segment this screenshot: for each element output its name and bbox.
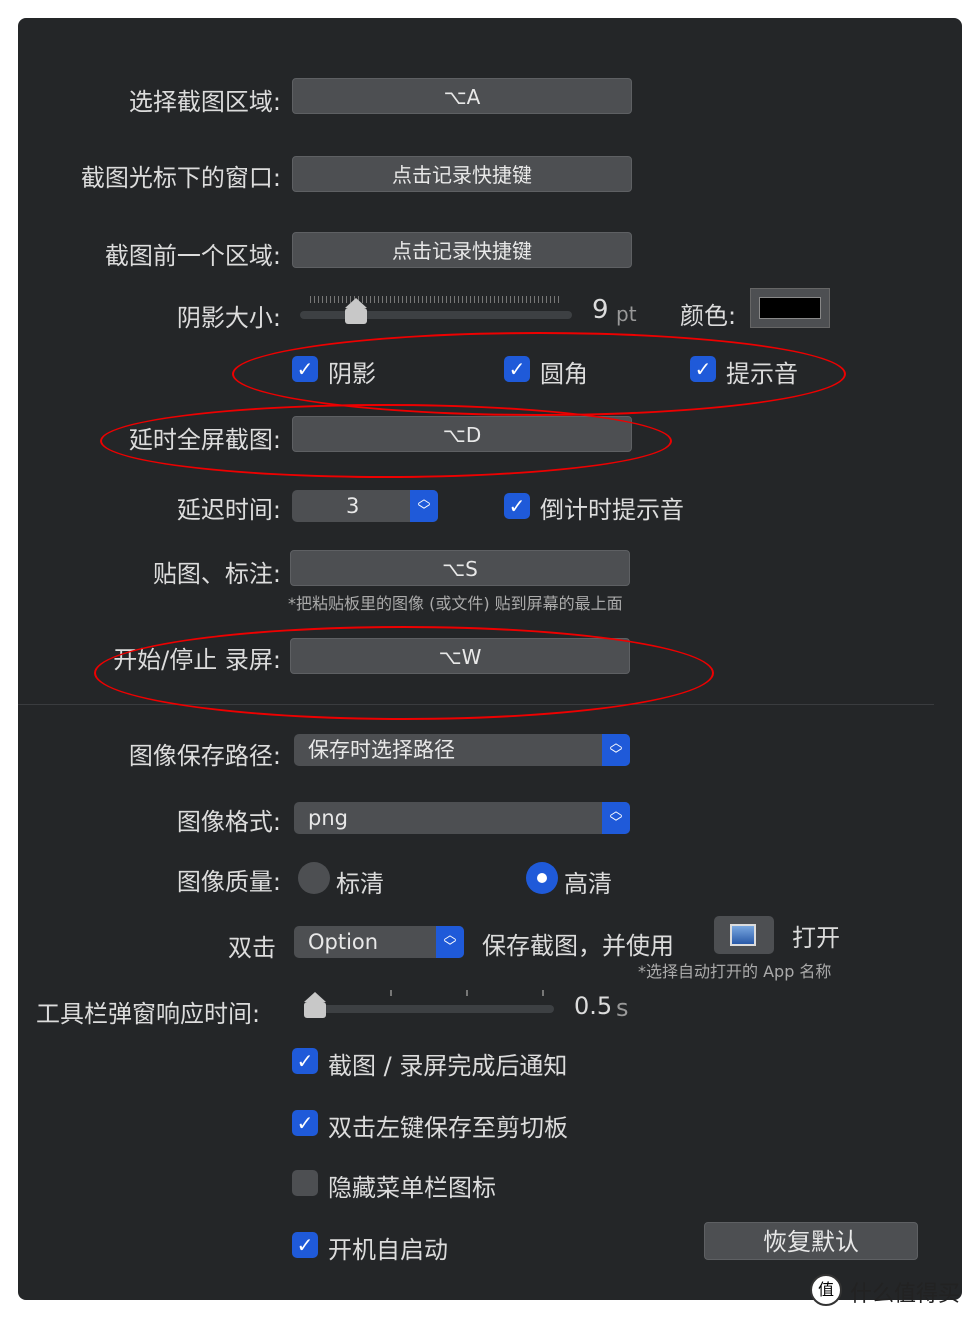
autostart-checkbox[interactable]: ✓	[292, 1232, 318, 1258]
notify-label: 截图 / 录屏完成后通知	[328, 1052, 568, 1080]
window-shortcut[interactable]: 点击记录快捷键	[292, 156, 632, 192]
save-path-label: 图像保存路径:	[128, 742, 281, 770]
shadow-unit: pt	[616, 302, 637, 326]
modifier-value: Option	[308, 930, 379, 954]
format-label: 图像格式:	[176, 808, 281, 836]
quality-high-radio[interactable]	[526, 862, 558, 894]
format-select[interactable]: png ︿ ﹀	[294, 802, 630, 834]
clipboard-label: 双击左键保存至剪切板	[328, 1114, 568, 1142]
hide-menubar-checkbox[interactable]	[292, 1170, 318, 1196]
tick	[466, 990, 468, 996]
annotation-ellipse	[232, 332, 846, 416]
quality-label: 图像质量:	[176, 868, 281, 896]
watermark-logo: 值	[810, 1274, 842, 1306]
shadow-slider[interactable]	[300, 311, 572, 319]
watermark-text: 什么值得买	[850, 1282, 961, 1307]
restore-defaults-button[interactable]: 恢复默认	[704, 1222, 918, 1260]
select-arrows-icon: ︿ ﹀	[602, 734, 630, 766]
toolbar-delay-label: 工具栏弹窗响应时间:	[36, 1000, 261, 1028]
window-shortcut-label: 截图光标下的窗口:	[80, 164, 281, 192]
select-area-shortcut[interactable]: ⌥A	[292, 78, 632, 114]
delay-label: 延迟时间:	[176, 496, 281, 524]
shadow-slider-thumb[interactable]	[345, 298, 367, 324]
shadow-size-label: 阴影大小:	[176, 304, 281, 332]
tick	[542, 990, 544, 996]
select-arrows-icon: ︿ ﹀	[436, 926, 464, 958]
annotation-ellipse	[100, 404, 672, 478]
quality-standard-radio[interactable]	[298, 862, 330, 894]
countdown-label: 倒计时提示音	[540, 496, 684, 524]
hide-menubar-label: 隐藏菜单栏图标	[328, 1174, 496, 1202]
open-label: 打开	[792, 924, 840, 952]
toolbar-delay-unit: s	[616, 994, 629, 1022]
format-value: png	[308, 806, 348, 830]
autostart-label: 开机自启动	[328, 1236, 448, 1264]
modifier-select[interactable]: Option ︿ ﹀	[294, 926, 464, 958]
app-note: *选择自动打开的 App 名称	[638, 962, 832, 981]
previous-area-shortcut[interactable]: 点击记录快捷键	[292, 232, 632, 268]
previous-area-label: 截图前一个区域:	[104, 242, 281, 270]
toolbar-delay-slider[interactable]	[304, 1005, 554, 1013]
delay-stepper[interactable]: 3 ︿ ﹀	[292, 490, 438, 522]
select-arrows-icon: ︿ ﹀	[602, 802, 630, 834]
select-area-label: 选择截图区域:	[128, 88, 281, 116]
preview-app-icon	[730, 924, 756, 946]
quality-high-label: 高清	[564, 870, 612, 898]
stepper-arrows-icon[interactable]: ︿ ﹀	[410, 490, 438, 522]
notify-checkbox[interactable]: ✓	[292, 1048, 318, 1074]
app-picker-button[interactable]	[714, 916, 774, 954]
tick	[390, 990, 392, 996]
toolbar-delay-value: 0.5	[574, 992, 613, 1020]
pin-label: 贴图、标注:	[152, 560, 281, 588]
color-well[interactable]	[750, 288, 830, 328]
color-label: 颜色:	[680, 302, 737, 330]
clipboard-checkbox[interactable]: ✓	[292, 1110, 318, 1136]
shadow-value: 9	[592, 295, 609, 325]
color-swatch	[759, 297, 821, 319]
toolbar-delay-thumb[interactable]	[304, 992, 326, 1018]
annotation-ellipse	[94, 626, 714, 720]
double-click-action: 保存截图，并使用	[482, 932, 674, 960]
save-path-select[interactable]: 保存时选择路径 ︿ ﹀	[294, 734, 630, 766]
pin-note: *把粘贴板里的图像 (或文件) 贴到屏幕的最上面	[288, 594, 623, 613]
pin-shortcut[interactable]: ⌥S	[290, 550, 630, 586]
countdown-checkbox[interactable]: ✓	[504, 493, 530, 519]
save-path-value: 保存时选择路径	[308, 738, 455, 762]
double-click-label: 双击	[228, 934, 276, 962]
delay-value: 3	[346, 494, 360, 518]
quality-standard-label: 标清	[336, 870, 384, 898]
